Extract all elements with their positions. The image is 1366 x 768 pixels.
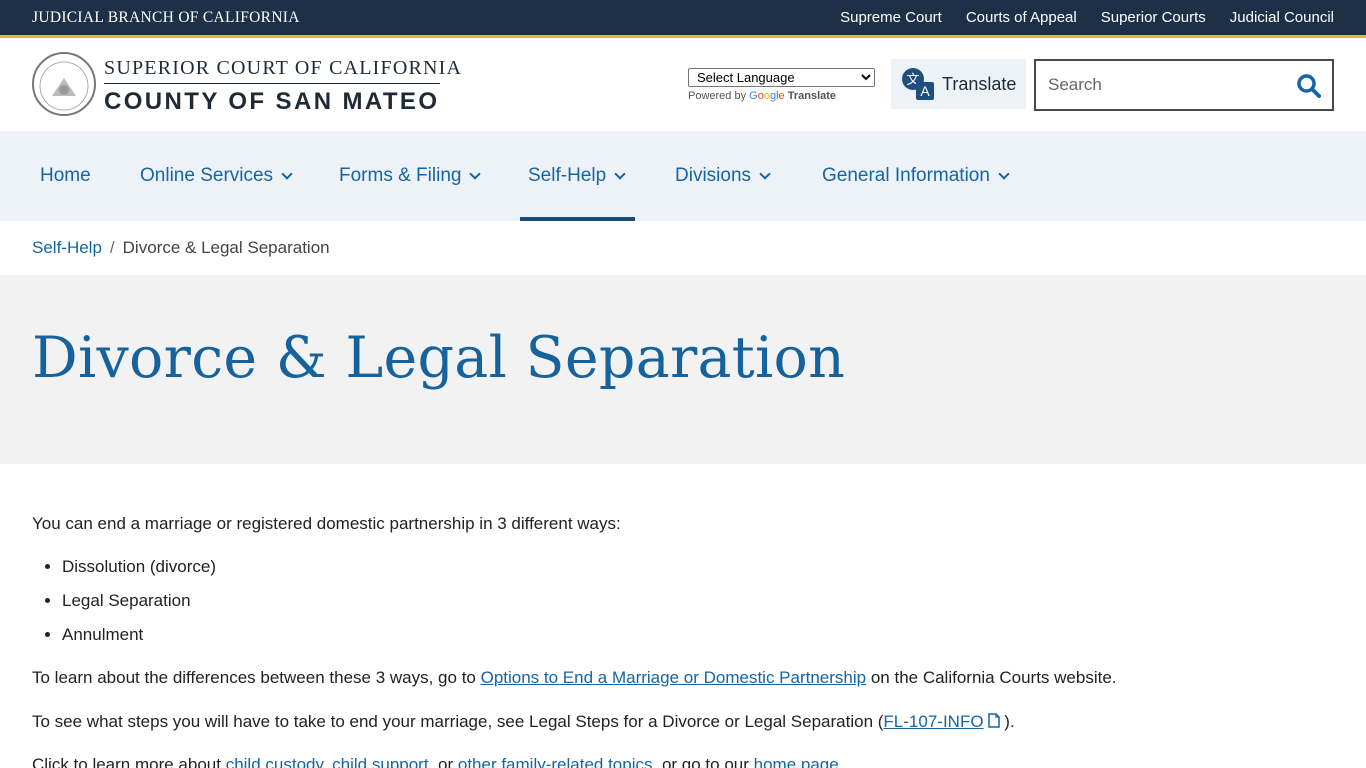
search-icon[interactable] [1296, 73, 1322, 99]
steps-paragraph: To see what steps you will have to take … [32, 712, 1015, 732]
chevron-down-icon [998, 167, 1010, 180]
breadcrumb-current: Divorce & Legal Separation [122, 238, 330, 257]
click-text-end: . [838, 755, 844, 768]
intro-text: You can end a marriage or registered dom… [32, 514, 621, 533]
nav-active-indicator [520, 217, 635, 221]
nav-self-help-label: Self-Help [528, 165, 607, 186]
breadcrumb-separator: / [109, 238, 115, 257]
nav-self-help[interactable]: Self-Help [528, 131, 626, 221]
list-item: Dissolution (divorce) [62, 557, 216, 591]
supreme-court-link[interactable]: Supreme Court [840, 9, 942, 26]
other-family-topics-link[interactable]: other family-related topics [458, 755, 653, 768]
click-text-comma: , [322, 755, 333, 768]
judicial-branch-title: JUDICIAL BRANCH OF CALIFORNIA [32, 9, 300, 26]
nav-general-information[interactable]: General Information [822, 131, 1010, 221]
judicial-council-link[interactable]: Judicial Council [1230, 9, 1334, 26]
chevron-down-icon [469, 167, 482, 180]
nav-home-label: Home [40, 165, 91, 186]
nav-forms-filing[interactable]: Forms & Filing [339, 131, 482, 221]
language-select[interactable]: Select Language [688, 68, 875, 87]
translate-button[interactable]: 文 A Translate [891, 59, 1026, 109]
nav-forms-filing-label: Forms & Filing [339, 165, 462, 186]
superior-courts-link[interactable]: Superior Courts [1101, 9, 1206, 26]
list-item: Legal Separation [62, 591, 216, 625]
fl-107-info-link[interactable]: FL-107-INFO [883, 712, 1000, 731]
click-text-or: , or [428, 755, 458, 768]
nav-online-services-label: Online Services [140, 165, 274, 186]
nav-divisions[interactable]: Divisions [675, 131, 771, 221]
fl-107-info-label: FL-107-INFO [883, 712, 984, 731]
page-title: Divorce & Legal Separation [32, 325, 846, 391]
logo-divider [104, 83, 440, 84]
google-translate-label[interactable]: Translate [788, 90, 836, 102]
child-custody-link[interactable]: child custody [226, 755, 323, 768]
steps-text-pre: To see what steps you will have to take … [32, 712, 884, 731]
logo-superior-court[interactable]: SUPERIOR COURT OF CALIFORNIA [104, 57, 462, 80]
home-page-link[interactable]: home page [754, 755, 839, 768]
main-navigation: Home Online Services Forms & Filing Self… [0, 131, 1366, 221]
options-to-end-marriage-link[interactable]: Options to End a Marriage or Domestic Pa… [481, 668, 867, 687]
nav-online-services[interactable]: Online Services [140, 131, 293, 221]
powered-by-google: Powered by Google Translate [688, 90, 836, 102]
top-utility-bar: JUDICIAL BRANCH OF CALIFORNIA Supreme Co… [0, 0, 1366, 36]
breadcrumb-self-help[interactable]: Self-Help [32, 238, 102, 257]
page-hero: Divorce & Legal Separation [0, 275, 1366, 464]
chevron-down-icon [759, 167, 771, 180]
list-item: Annulment [62, 625, 216, 659]
svg-text:A: A [920, 83, 930, 99]
breadcrumb: Self-Help / Divorce & Legal Separation [32, 238, 330, 258]
nav-general-information-label: General Information [822, 165, 990, 186]
google-logo: Google [749, 90, 785, 102]
learn-text-pre: To learn about the differences between t… [32, 668, 481, 687]
translate-label: Translate [942, 74, 1017, 94]
logo-county-name[interactable]: COUNTY OF SAN MATEO [104, 88, 439, 116]
translate-icon: 文 A [902, 68, 934, 100]
search-input[interactable] [1048, 74, 1288, 96]
nav-divisions-label: Divisions [675, 165, 752, 186]
chevron-down-icon [614, 167, 626, 180]
powered-by-label: Powered by [688, 90, 747, 102]
learn-paragraph: To learn about the differences between t… [32, 668, 1117, 688]
learn-text-post: on the California Courts website. [866, 668, 1117, 687]
ways-list: Dissolution (divorce) Legal Separation A… [62, 557, 216, 659]
seal-lettering [34, 56, 94, 118]
top-links: Supreme Court Courts of Appeal Superior … [840, 9, 1334, 26]
chevron-down-icon [281, 167, 293, 180]
steps-text-post: ). [999, 712, 1015, 731]
court-seal-logo[interactable] [32, 52, 96, 116]
site-header: SUPERIOR COURT OF CALIFORNIA COUNTY OF S… [0, 38, 1366, 131]
child-support-link[interactable]: child support [332, 755, 428, 768]
nav-home[interactable]: Home [40, 131, 91, 221]
click-text-mid: , or go to our [652, 755, 754, 768]
click-text-pre: Click to learn more about [32, 755, 226, 768]
courts-of-appeal-link[interactable]: Courts of Appeal [966, 9, 1077, 26]
document-icon [987, 713, 1000, 728]
click-paragraph: Click to learn more about child custody,… [32, 755, 843, 768]
search-box [1034, 59, 1334, 111]
seal-ring-icon [39, 61, 89, 111]
